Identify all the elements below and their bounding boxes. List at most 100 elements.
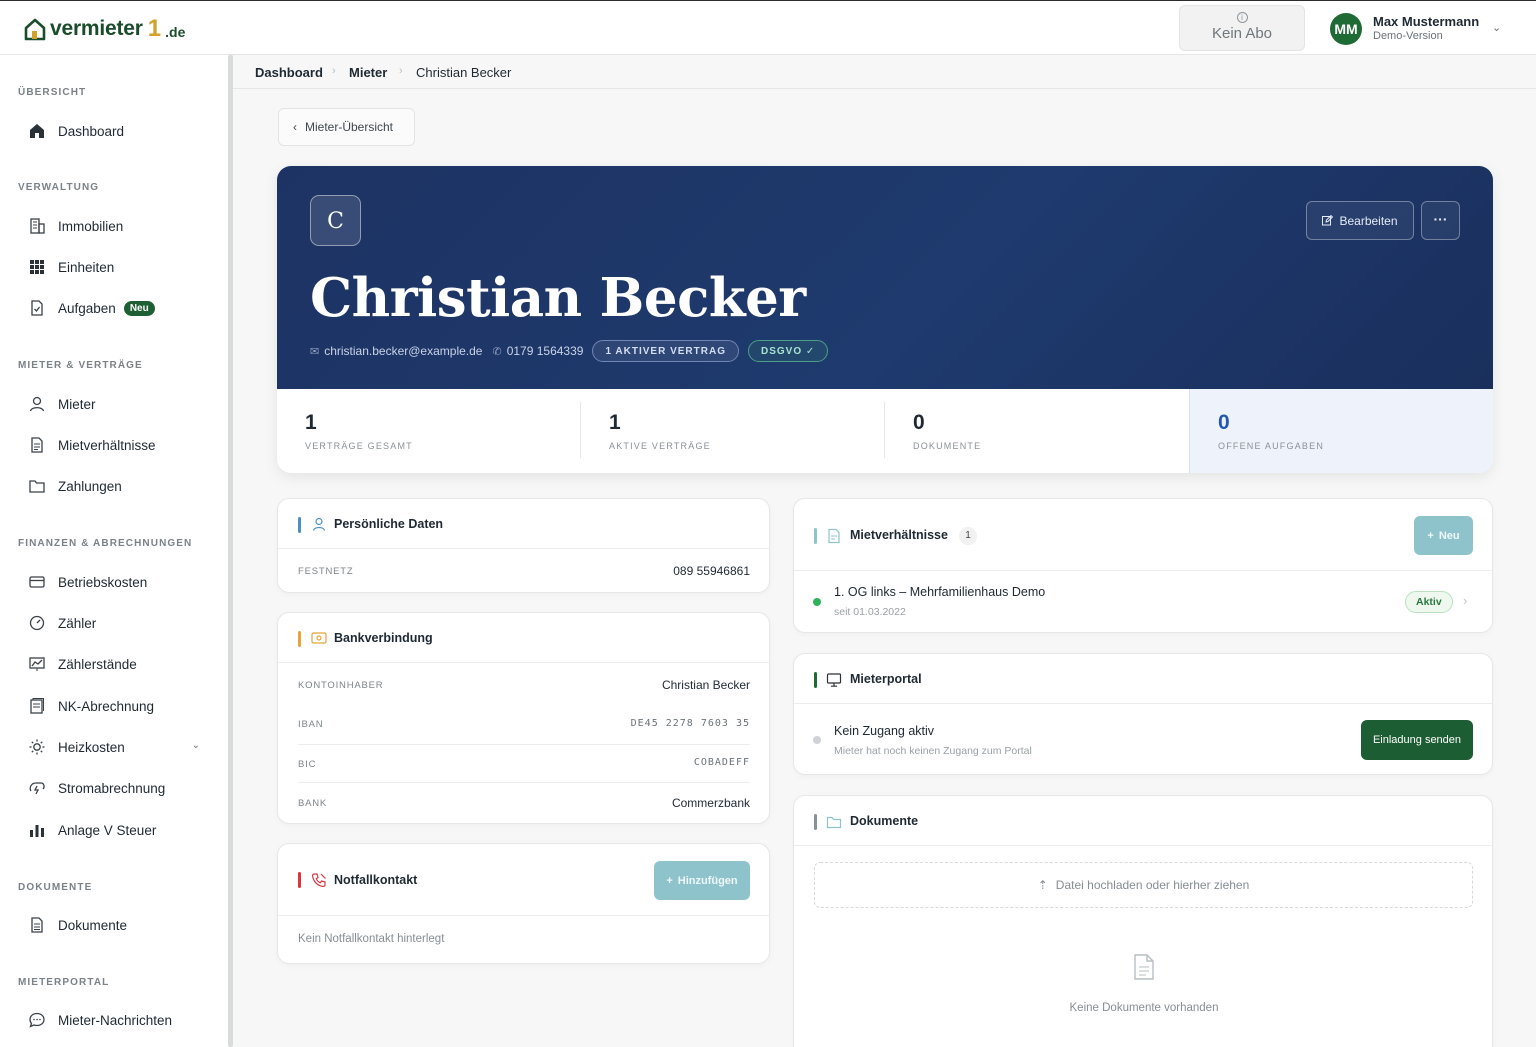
sidebar-item-label: NK-Abrechnung (58, 698, 155, 714)
chevron-down-icon[interactable]: ⌄ (1492, 21, 1501, 34)
sidebar-item-label: Einheiten (58, 259, 115, 275)
building-icon (30, 218, 45, 234)
stat-label: AKTIVE VERTRÄGE (609, 441, 711, 451)
user-icon (312, 517, 326, 531)
card-title: Notfallkontakt (334, 873, 418, 887)
documents-card: Dokumente ⇡ Datei hochladen oder hierher… (793, 795, 1493, 1047)
logo[interactable]: vermieter 1 .de (24, 15, 185, 43)
breadcrumb-current: Christian Becker (416, 65, 512, 80)
bank-card-icon (311, 632, 327, 644)
send-invitation-button[interactable]: Einladung senden (1361, 720, 1473, 760)
contract-icon (31, 437, 43, 453)
mail-icon: ✉ (310, 345, 320, 358)
top-bar: vermieter 1 .de i Kein Abo MM Max Musterma… (0, 0, 1536, 55)
sidebar-item-aufgaben[interactable]: Aufgaben Neu (18, 293, 212, 323)
card-title: Bankverbindung (334, 631, 433, 645)
tenant-email[interactable]: christian.becker@example.de (324, 344, 482, 358)
accent-bar (298, 631, 301, 647)
back-to-overview-button[interactable]: ‹ Mieter-Übersicht (278, 108, 415, 146)
leases-card: Mietverhältnisse 1 + Neu 1. OG links – M… (793, 498, 1493, 633)
lease-row[interactable]: 1. OG links – Mehrfamilienhaus Demo seit… (794, 571, 1492, 632)
sidebar-item-label: Aufgaben (58, 300, 116, 316)
sidebar-item-dashboard[interactable]: Dashboard (18, 116, 212, 146)
avatar[interactable]: MM (1330, 13, 1362, 45)
personal-data-card: Persönliche Daten FESTNETZ 089 55946861 (277, 498, 770, 593)
accent-bar (814, 814, 817, 830)
subscription-label: Kein Abo (1211, 25, 1273, 42)
card-header: Notfallkontakt + Hinzufügen (278, 844, 769, 916)
file-dropzone[interactable]: ⇡ Datei hochladen oder hierher ziehen (814, 862, 1473, 908)
kontoinhaber-value: Christian Becker (661, 678, 750, 692)
folder-icon (29, 480, 45, 493)
card-title: Dokumente (850, 814, 919, 828)
edit-icon (1322, 215, 1334, 226)
sidebar-item-mieter[interactable]: Mieter (18, 389, 212, 419)
lease-since: seit 01.03.2022 (834, 606, 906, 618)
chevron-right-icon: › (332, 65, 336, 77)
divider (298, 782, 750, 783)
sidebar: ÜBERSICHT Dashboard VERWALTUNG Immobilie… (0, 55, 230, 1047)
sidebar-item-einheiten[interactable]: Einheiten (18, 252, 212, 282)
status-dot (813, 736, 821, 744)
sidebar-item-nk-abrechnung[interactable]: NK-Abrechnung (18, 691, 212, 721)
tenant-initial-avatar: C (310, 195, 361, 246)
user-icon (29, 396, 45, 412)
stat-open-tasks[interactable]: 0 OFFENE AUFGABEN (1189, 389, 1493, 473)
add-label: Hinzufügen (677, 874, 738, 887)
sidebar-item-zahlungen[interactable]: Zahlungen (18, 471, 212, 501)
accent-bar (298, 872, 301, 888)
sidebar-item-dokumente[interactable]: Dokumente (18, 910, 212, 940)
contract-icon (828, 528, 840, 544)
sidebar-scrollbar[interactable] (228, 55, 233, 1047)
subscription-button[interactable]: i Kein Abo (1179, 5, 1305, 51)
bank-label: BANK (298, 798, 328, 809)
chat-icon (29, 1012, 45, 1028)
more-options-button[interactable]: ··· (1421, 201, 1460, 240)
sidebar-item-heizkosten[interactable]: Heizkosten ⌄ (18, 732, 212, 762)
sidebar-item-zaehlerstaende[interactable]: Zählerstände (18, 649, 212, 679)
card-icon (29, 576, 45, 588)
grid-icon (30, 260, 44, 274)
chevron-down-icon[interactable]: ⌄ (192, 740, 200, 751)
sidebar-section-title: VERWALTUNG (18, 182, 100, 193)
accent-bar (814, 672, 817, 688)
logo-tld: .de (165, 24, 186, 40)
sidebar-item-label: Dokumente (58, 917, 128, 933)
new-lease-button[interactable]: + Neu (1414, 516, 1473, 555)
emergency-contact-card: Notfallkontakt + Hinzufügen Kein Notfall… (277, 843, 770, 964)
breadcrumb-dashboard[interactable]: Dashboard (255, 65, 323, 80)
portal-status-subtitle: Mieter hat noch keinen Zugang zum Portal (834, 745, 1032, 757)
sidebar-item-zaehler[interactable]: Zähler (18, 608, 212, 638)
sidebar-item-label: Zahlungen (58, 478, 122, 494)
edit-button[interactable]: Bearbeiten (1306, 201, 1414, 240)
card-header: Mieterportal (794, 654, 1492, 704)
sidebar-item-mieter-nachrichten[interactable]: Mieter-Nachrichten (18, 1005, 212, 1035)
sidebar-item-anlage-v-steuer[interactable]: Anlage V Steuer (18, 815, 212, 845)
sidebar-item-betriebskosten[interactable]: Betriebskosten (18, 567, 212, 597)
kontoinhaber-label: KONTOINHABER (298, 680, 384, 691)
sidebar-section-title: FINANZEN & ABRECHNUNGEN (18, 538, 193, 549)
empty-state-text: Keine Dokumente vorhanden (1069, 1002, 1219, 1014)
sidebar-item-mietverhaeltnisse[interactable]: Mietverhältnisse (18, 430, 212, 460)
tenant-name: Christian Becker (310, 267, 806, 329)
stat-label: VERTRÄGE GESAMT (305, 441, 413, 451)
bic-label: BIC (298, 759, 317, 770)
sidebar-section-title: DOKUMENTE (18, 882, 93, 893)
chevron-right-icon: › (399, 65, 403, 77)
bic-value: COBADEFF (693, 757, 750, 768)
breadcrumb-mieter[interactable]: Mieter (349, 65, 387, 80)
sidebar-item-stromabrechnung[interactable]: Stromabrechnung (18, 773, 212, 803)
card-title: Mieterportal (850, 672, 922, 686)
accent-bar (298, 517, 301, 533)
add-emergency-contact-button[interactable]: + Hinzufügen (654, 861, 750, 900)
sidebar-item-immobilien[interactable]: Immobilien (18, 211, 212, 241)
user-role: Demo-Version (1373, 30, 1443, 42)
stat-active-contracts: 1 AKTIVE VERTRÄGE (581, 389, 885, 473)
tenant-phone[interactable]: 0179 1564339 (507, 344, 584, 358)
bank-value: Commerzbank (671, 796, 750, 810)
hero-header: C Christian Becker ✉ christian.becker@ex… (277, 166, 1493, 389)
user-name[interactable]: Max Mustermann (1373, 14, 1479, 29)
stat-total-contracts: 1 VERTRÄGE GESAMT (277, 389, 581, 473)
new-badge: Neu (123, 300, 155, 316)
card-title: Mietverhältnisse (850, 528, 948, 542)
